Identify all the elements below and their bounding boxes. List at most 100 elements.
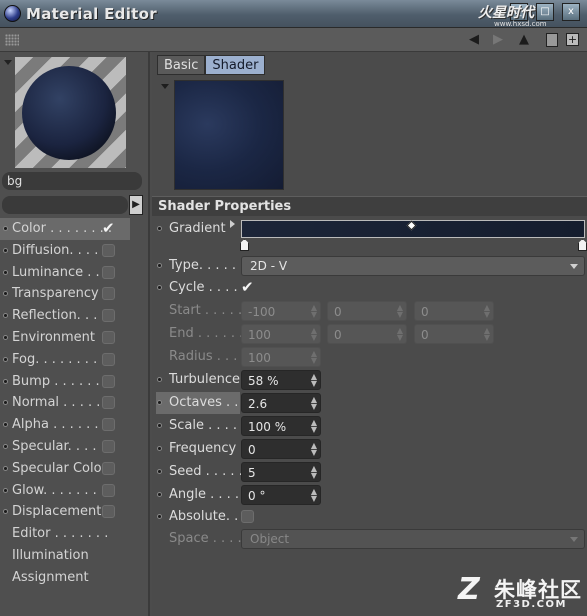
close-button[interactable]: x: [562, 3, 580, 21]
channel-checkbox[interactable]: ✔: [102, 221, 115, 236]
prop-label: Octaves . . .: [169, 395, 247, 410]
channel-checkbox[interactable]: [102, 309, 115, 323]
prop-label: Start . . . . .: [169, 303, 243, 318]
gradient-knot-right[interactable]: [578, 239, 587, 251]
keyframe-dot-icon[interactable]: [157, 492, 162, 497]
keyframe-dot-icon[interactable]: [157, 446, 162, 451]
channel-checkbox[interactable]: [102, 461, 115, 475]
forward-arrow-icon[interactable]: ▶: [490, 32, 506, 48]
channel-label: Fog. . . . . . . . .: [12, 351, 106, 367]
cycle-checkbox[interactable]: ✔: [241, 280, 254, 295]
keyframe-dot-icon[interactable]: [3, 269, 8, 275]
keyframe-dot-icon[interactable]: [3, 487, 8, 493]
keyframe-dot-icon[interactable]: [3, 378, 8, 384]
channel-checkbox[interactable]: [102, 352, 115, 366]
grip-icon[interactable]: [5, 34, 19, 46]
seed-field[interactable]: 5 ▲ ▼: [241, 462, 321, 482]
start-z-field[interactable]: 0 ▲ ▼: [414, 301, 494, 321]
octaves-field[interactable]: 2.6 ▲ ▼: [241, 393, 321, 413]
keyframe-dot-icon[interactable]: [157, 469, 162, 474]
turbulence-field[interactable]: 58 % ▲ ▼: [241, 370, 321, 390]
end-x-field[interactable]: 100 ▲ ▼: [241, 324, 321, 344]
start-x-field[interactable]: -100 ▲ ▼: [241, 301, 321, 321]
shader-panel: Basic Shader Shader Properties Gradient …: [152, 52, 587, 616]
dropdown-arrow-icon[interactable]: ▶: [129, 195, 143, 215]
channel-specular[interactable]: Specular. . . . .: [0, 436, 130, 458]
channel-normal[interactable]: Normal . . . . . .: [0, 392, 130, 414]
channel-checkbox[interactable]: [102, 505, 115, 519]
tab-basic[interactable]: Basic: [157, 55, 206, 75]
material-preview[interactable]: [15, 57, 126, 168]
gradient-expand-triangle-icon[interactable]: [230, 220, 235, 228]
channel-checkbox[interactable]: [102, 439, 115, 453]
keyframe-dot-icon[interactable]: [157, 514, 162, 519]
channel-color[interactable]: Color . . . . . . . . ✔: [0, 218, 130, 240]
channel-reflection[interactable]: Reflection. . . .: [0, 305, 130, 327]
channel-checkbox[interactable]: [102, 483, 115, 497]
shader-preview: [174, 80, 284, 190]
channel-checkbox[interactable]: [102, 374, 115, 388]
lock-icon[interactable]: [546, 33, 558, 47]
prop-label: End . . . . . .: [169, 326, 244, 341]
radius-field[interactable]: 100 ▲ ▼: [241, 347, 321, 367]
up-arrow-icon[interactable]: ▲: [516, 32, 532, 48]
keyframe-dot-icon[interactable]: [3, 356, 8, 362]
angle-field[interactable]: 0 ° ▲ ▼: [241, 485, 321, 505]
new-window-icon[interactable]: +: [566, 33, 579, 46]
keyframe-dot-icon[interactable]: [3, 226, 8, 231]
chevron-down-icon: [570, 264, 578, 269]
page-illumination[interactable]: Illumination: [0, 545, 130, 567]
tab-shader[interactable]: Shader: [205, 55, 266, 75]
keyframe-dot-icon[interactable]: [157, 226, 162, 231]
keyframe-dot-icon[interactable]: [3, 247, 8, 253]
channel-environment[interactable]: Environment: [0, 327, 130, 349]
keyframe-dot-icon[interactable]: [3, 465, 8, 471]
channel-displacement[interactable]: Displacement: [0, 501, 130, 523]
channel-checkbox[interactable]: [102, 287, 115, 301]
keyframe-dot-icon[interactable]: [3, 400, 8, 406]
keyframe-dot-icon[interactable]: [157, 377, 162, 382]
page-editor[interactable]: Editor . . . . . . .: [0, 523, 130, 545]
channel-checkbox[interactable]: [102, 330, 115, 344]
end-z-field[interactable]: 0 ▲ ▼: [414, 324, 494, 344]
preview-menu-triangle-icon[interactable]: [4, 60, 12, 65]
space-select[interactable]: Object: [241, 529, 585, 549]
scale-field[interactable]: 100 % ▲ ▼: [241, 416, 321, 436]
frequency-field[interactable]: 0 ▲ ▼: [241, 439, 321, 459]
preview-menu-triangle-icon[interactable]: [161, 84, 169, 89]
channel-checkbox[interactable]: [102, 418, 115, 432]
keyframe-dot-icon[interactable]: [3, 334, 8, 340]
prop-space: Space . . . . Object: [152, 528, 587, 550]
channel-checkbox[interactable]: [102, 243, 115, 257]
channel-glow[interactable]: Glow. . . . . . . .: [0, 480, 130, 502]
keyframe-dot-icon[interactable]: [157, 285, 162, 290]
type-select[interactable]: 2D - V: [241, 256, 585, 276]
material-name-field[interactable]: bg: [2, 172, 142, 190]
channel-diffusion[interactable]: Diffusion. . . . .: [0, 240, 130, 262]
keyframe-dot-icon[interactable]: [3, 422, 8, 428]
end-y-field[interactable]: 0 ▲ ▼: [327, 324, 407, 344]
keyframe-dot-icon[interactable]: [3, 443, 8, 449]
keyframe-dot-icon[interactable]: [3, 313, 8, 319]
gradient-knot-left[interactable]: [240, 239, 249, 251]
prop-label: Frequency: [169, 441, 237, 456]
channel-fog[interactable]: Fog. . . . . . . . .: [0, 349, 130, 371]
keyframe-dot-icon[interactable]: [157, 400, 162, 405]
channel-alpha[interactable]: Alpha . . . . . . .: [0, 414, 130, 436]
keyframe-dot-icon[interactable]: [3, 509, 8, 515]
material-dropdown-field[interactable]: [2, 196, 128, 214]
channel-specular-color[interactable]: Specular Color: [0, 458, 130, 480]
absolute-checkbox[interactable]: [241, 510, 254, 523]
maximize-button[interactable]: □: [536, 3, 554, 21]
channel-transparency[interactable]: Transparency: [0, 283, 130, 305]
channel-checkbox[interactable]: [102, 396, 115, 410]
back-arrow-icon[interactable]: ◀: [466, 32, 482, 48]
keyframe-dot-icon[interactable]: [157, 423, 162, 428]
page-assignment[interactable]: Assignment: [0, 567, 130, 589]
start-y-field[interactable]: 0 ▲ ▼: [327, 301, 407, 321]
channel-checkbox[interactable]: [102, 265, 115, 279]
channel-bump[interactable]: Bump . . . . . . .: [0, 371, 130, 393]
keyframe-dot-icon[interactable]: [3, 291, 8, 297]
channel-luminance[interactable]: Luminance . . . .: [0, 262, 130, 284]
keyframe-dot-icon[interactable]: [157, 263, 162, 268]
